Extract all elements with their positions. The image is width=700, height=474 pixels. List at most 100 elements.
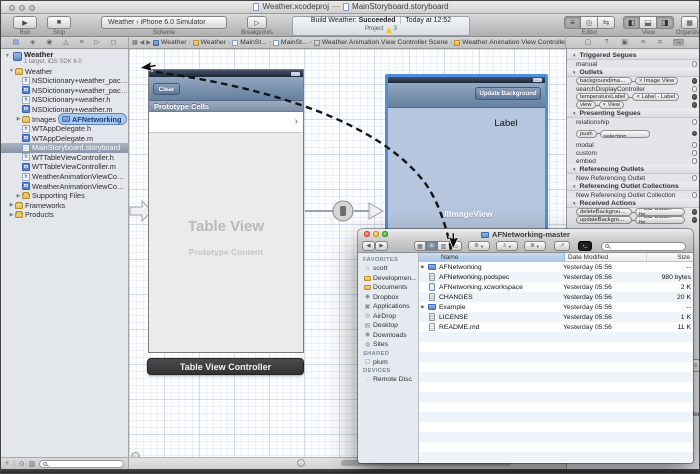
- navigator-row[interactable]: ▶Frameworks: [1, 201, 128, 211]
- column-header-size[interactable]: Size: [647, 253, 693, 261]
- inspector-row[interactable]: backgroundImageView× Image View: [567, 77, 700, 85]
- connection-target-capsule[interactable]: × Bar Button Ite...: [635, 208, 685, 216]
- jumpbar-item-vc[interactable]: Weather Animation View Controller: [454, 39, 566, 46]
- add-button[interactable]: +: [5, 460, 9, 467]
- breakpoints-button[interactable]: ▷: [247, 16, 267, 29]
- inspector-section-header[interactable]: ▼Presenting Segues: [567, 109, 700, 118]
- navigator-row[interactable]: hWeatherAnimationViewController.h: [1, 172, 128, 182]
- project-issues-line[interactable]: Project 3: [365, 26, 397, 34]
- list-view-button[interactable]: ≡: [426, 241, 438, 251]
- inspector-row[interactable]: push× Weather Cell - selection: [567, 126, 700, 141]
- assistant-editor-button[interactable]: ◎: [581, 16, 598, 29]
- inspector-section-header[interactable]: ▼Referencing Outlet Collections: [567, 182, 700, 191]
- debug-navigator-icon[interactable]: ≡: [79, 39, 83, 46]
- finder-sidebar-item[interactable]: ◆Dropbox: [358, 293, 418, 303]
- inspector-section-header[interactable]: ▼Triggered Segues: [567, 51, 700, 60]
- finder-sidebar-item[interactable]: ◍Sites: [358, 340, 418, 350]
- finder-file-row[interactable]: AFNetworking.podspecYesterday 05:56980 b…: [419, 272, 693, 282]
- update-background-button[interactable]: Update Background: [475, 87, 541, 100]
- zoom-control-button[interactable]: [297, 459, 305, 467]
- inspector-row[interactable]: view× View: [567, 101, 700, 109]
- size-inspector-icon[interactable]: ⌗: [656, 39, 664, 46]
- navigator-row[interactable]: MainStoryboard.storyboard: [1, 143, 128, 153]
- action-menu-button[interactable]: ⚙▼: [468, 241, 490, 251]
- finder-file-row[interactable]: README.mdYesterday 05:5611 K: [419, 322, 693, 332]
- connection-well-empty[interactable]: [692, 86, 698, 92]
- finder-file-row[interactable]: AFNetworking.xcworkspaceYesterday 05:562…: [419, 282, 693, 292]
- navigator-row[interactable]: mNSDictionary+weather_package.m: [1, 85, 128, 95]
- identity-inspector-icon[interactable]: ▣: [619, 39, 630, 46]
- connection-source-capsule[interactable]: view: [576, 101, 596, 109]
- inspector-row[interactable]: searchDisplayController: [567, 85, 700, 93]
- inspector-row[interactable]: updateBackgroundIt...× Bar Button Ite...: [567, 216, 700, 224]
- disclosure-triangle[interactable]: ▼: [572, 201, 576, 206]
- disclosure-triangle[interactable]: ▼: [572, 70, 576, 75]
- run-button[interactable]: ▶: [13, 16, 37, 29]
- connection-well-empty[interactable]: [692, 192, 698, 198]
- version-editor-button[interactable]: ⇆: [598, 16, 615, 29]
- finder-sidebar-item[interactable]: ▣Applications: [358, 302, 418, 312]
- navigator-row[interactable]: hWTTableViewController.h: [1, 153, 128, 163]
- column-view-button[interactable]: ▥: [438, 241, 450, 251]
- standard-editor-button[interactable]: ≡: [564, 16, 581, 29]
- project-root-row[interactable]: ▼ Weather 1 target, iOS SDK 6.0: [1, 49, 128, 66]
- scheme-selector[interactable]: Weather › iPhone 6.0 Simulator: [101, 16, 227, 29]
- recent-filter-icon[interactable]: ⊙: [19, 460, 25, 468]
- inspector-row[interactable]: temperatureLabel× Label - Label: [567, 93, 700, 101]
- jumpbar-item-scene[interactable]: Weather Animation View Controller Scene: [314, 39, 448, 46]
- table-view-controller[interactable]: Clear Prototype Cells › Table View Proto…: [148, 69, 304, 353]
- arrange-menu-button[interactable]: ≣▼: [524, 241, 546, 251]
- connection-well-empty[interactable]: [692, 158, 698, 164]
- disclosure-triangle[interactable]: ▼: [572, 53, 576, 58]
- connection-source-capsule[interactable]: deleteBackgroundIm...: [576, 208, 632, 216]
- disclosure-triangle[interactable]: ▶: [15, 193, 22, 199]
- finder-sidebar-item[interactable]: ◌Remote Disc: [358, 375, 418, 385]
- disclosure-triangle[interactable]: ▼: [572, 184, 576, 189]
- table-view-controller-label[interactable]: Table View Controller: [147, 358, 304, 375]
- scm-filter-icon[interactable]: ▥: [29, 460, 36, 468]
- download-menu-button[interactable]: ⇩▼: [496, 241, 518, 251]
- inspector-row[interactable]: custom: [567, 149, 700, 157]
- forward-icon[interactable]: ▶: [146, 39, 151, 46]
- inspector-section-header[interactable]: ▼Received Actions: [567, 199, 700, 208]
- finder-sidebar-item[interactable]: Documents: [358, 283, 418, 293]
- jumpbar-item-project[interactable]: Weather: [153, 39, 187, 46]
- connection-source-capsule[interactable]: updateBackgroundIt...: [576, 216, 632, 224]
- disclosure-triangle[interactable]: ▶: [419, 264, 427, 270]
- utility-panel-button[interactable]: ◨: [657, 16, 674, 29]
- disclosure-triangle[interactable]: ▶: [419, 304, 427, 310]
- terminal-icon[interactable]: ›_: [578, 241, 592, 251]
- coverflow-view-button[interactable]: ▭: [450, 241, 462, 251]
- jumpbar-item-doc[interactable]: MainSt...: [232, 39, 267, 46]
- finder-sidebar-item[interactable]: ▤Desktop: [358, 321, 418, 331]
- finder-titlebar[interactable]: AFNetworking-master: [358, 229, 693, 239]
- disclosure-triangle[interactable]: ▼: [572, 111, 576, 116]
- inspector-row[interactable]: modal: [567, 141, 700, 149]
- finder-sidebar-item[interactable]: ⌂scott: [358, 264, 418, 274]
- forward-button[interactable]: ▶: [375, 241, 388, 251]
- project-navigator-icon[interactable]: ▤: [12, 39, 19, 46]
- file-inspector-icon[interactable]: ▢: [583, 39, 594, 46]
- navigator-filter-field[interactable]: [39, 460, 124, 468]
- inspector-row[interactable]: manual: [567, 60, 700, 68]
- quick-help-inspector-icon[interactable]: ?: [603, 39, 611, 46]
- finder-search-field[interactable]: [601, 242, 686, 251]
- prototype-cell[interactable]: ›: [149, 112, 303, 133]
- column-header-date[interactable]: Date Modified: [565, 253, 647, 261]
- connection-well-filled[interactable]: [692, 102, 698, 108]
- finder-file-row[interactable]: CHANGESYesterday 05:5620 K: [419, 292, 693, 302]
- connection-target-capsule[interactable]: × Label - Label: [632, 93, 679, 101]
- disclosure-triangle[interactable]: ▼: [4, 53, 11, 65]
- inspector-row[interactable]: New Referencing Outlet: [567, 174, 700, 182]
- column-header-name[interactable]: Name: [419, 253, 565, 261]
- connection-well-empty[interactable]: [692, 175, 698, 181]
- navigation-bar[interactable]: Update Background: [388, 83, 545, 108]
- inspector-section-header[interactable]: ▼Outlets: [567, 68, 700, 77]
- finder-sidebar-item[interactable]: ▢plum: [358, 358, 418, 368]
- finder-file-row[interactable]: ▶AFNetworkingYesterday 05:56--: [419, 262, 693, 272]
- navigator-row[interactable]: mWTAppDelegate.m: [1, 133, 128, 143]
- finder-file-row[interactable]: LICENSEYesterday 05:561 K: [419, 312, 693, 322]
- log-navigator-icon[interactable]: ◻: [111, 39, 117, 46]
- navigator-panel-button[interactable]: ◧: [623, 16, 640, 29]
- navigator-row[interactable]: ▶Products: [1, 210, 128, 220]
